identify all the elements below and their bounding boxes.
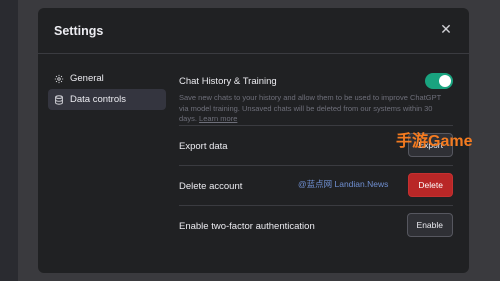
sidebar-item-data-controls[interactable]: Data controls xyxy=(48,89,166,110)
delete-button[interactable]: Delete xyxy=(408,173,453,197)
close-button[interactable]: ✕ xyxy=(437,20,455,38)
game-watermark: 手游Game xyxy=(396,133,473,150)
data-controls-panel: Chat History & Training Save new chats t… xyxy=(179,66,453,246)
toggle-knob xyxy=(439,75,451,87)
chat-history-toggle[interactable] xyxy=(425,73,453,89)
export-data-label: Export data xyxy=(179,141,228,152)
learn-more-link[interactable]: Learn more xyxy=(199,114,237,123)
page-backdrop xyxy=(0,0,18,281)
chat-history-description: Save new chats to your history and allow… xyxy=(179,93,451,125)
sidebar-item-label: Data controls xyxy=(70,94,126,105)
chat-history-setting: Chat History & Training Save new chats t… xyxy=(179,66,453,126)
database-icon xyxy=(55,94,63,105)
close-icon: ✕ xyxy=(440,21,452,37)
enable-button[interactable]: Enable xyxy=(406,213,453,237)
dialog-title: Settings xyxy=(54,24,104,38)
dialog-header: Settings ✕ xyxy=(38,8,469,54)
site-watermark: @蓝点网 Landian.News xyxy=(298,179,389,189)
two-factor-label: Enable two-factor authentication xyxy=(179,221,315,232)
gear-icon xyxy=(54,74,64,83)
delete-account-label: Delete account xyxy=(179,181,243,192)
two-factor-setting: Enable two-factor authentication Enable xyxy=(179,206,453,246)
sidebar-item-label: General xyxy=(70,73,104,84)
sidebar-item-general[interactable]: General xyxy=(48,68,166,89)
chat-history-label: Chat History & Training xyxy=(179,76,277,87)
settings-sidebar: General Data controls xyxy=(48,68,166,110)
